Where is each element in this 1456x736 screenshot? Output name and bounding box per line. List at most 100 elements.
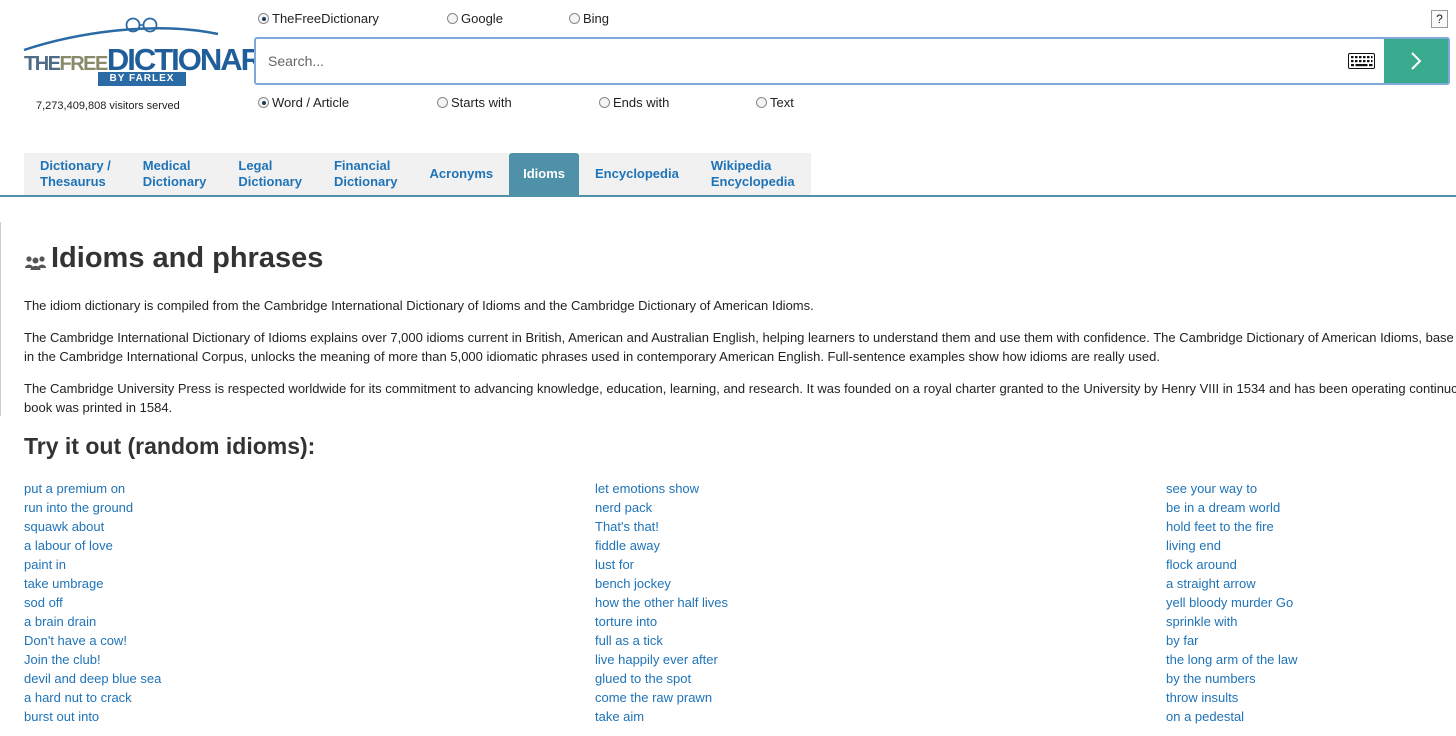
idiom-link[interactable]: nerd pack xyxy=(595,500,652,515)
tab-dictionary-thesaurus[interactable]: Dictionary / Thesaurus xyxy=(24,153,127,195)
idiom-link[interactable]: fiddle away xyxy=(595,538,660,553)
list-item: yell bloody murder Go xyxy=(1166,593,1298,612)
idiom-link[interactable]: sprinkle with xyxy=(1166,614,1238,629)
mode-radio-text[interactable]: Text xyxy=(756,95,794,110)
tab-financial-dictionary[interactable]: Financial Dictionary xyxy=(318,153,414,195)
idiom-link[interactable]: be in a dream world xyxy=(1166,500,1280,515)
idiom-link[interactable]: come the raw prawn xyxy=(595,690,712,705)
tab-medical-dictionary[interactable]: Medical Dictionary xyxy=(127,153,223,195)
paragraph-line: The Cambridge University Press is respec… xyxy=(24,381,1456,396)
mode-radio-ends-with[interactable]: Ends with xyxy=(599,95,669,110)
idiom-link[interactable]: by the numbers xyxy=(1166,671,1256,686)
idiom-link[interactable]: a brain drain xyxy=(24,614,96,629)
idiom-link[interactable]: Join the club! xyxy=(24,652,101,667)
tab-label: Financial xyxy=(333,158,391,173)
idiom-link[interactable]: how the other half lives xyxy=(595,595,728,610)
idiom-link[interactable]: a labour of love xyxy=(24,538,113,553)
list-item: run into the ground xyxy=(24,498,161,517)
idiom-link[interactable]: Don't have a cow! xyxy=(24,633,127,648)
idiom-link[interactable]: sod off xyxy=(24,595,63,610)
chevron-right-icon xyxy=(1411,52,1422,70)
idiom-link[interactable]: by far xyxy=(1166,633,1199,648)
idiom-link[interactable]: paint in xyxy=(24,557,66,572)
idiom-link[interactable]: bench jockey xyxy=(595,576,671,591)
idiom-link[interactable]: torture into xyxy=(595,614,657,629)
list-item: living end xyxy=(1166,536,1298,555)
idiom-link[interactable]: let emotions show xyxy=(595,481,699,496)
idiom-link[interactable]: yell bloody murder Go xyxy=(1166,595,1293,610)
engine-radio-google[interactable]: Google xyxy=(447,11,503,26)
idiom-link[interactable]: full as a tick xyxy=(595,633,663,648)
paragraph-line: book was printed in 1584. xyxy=(24,400,173,415)
idiom-link[interactable]: put a premium on xyxy=(24,481,125,496)
list-item: nerd pack xyxy=(595,498,728,517)
idiom-link[interactable]: the long arm of the law xyxy=(1166,652,1298,667)
list-item: fiddle away xyxy=(595,536,728,555)
list-item: take aim xyxy=(595,707,728,726)
list-item: by far xyxy=(1166,631,1298,650)
list-item: squawk about xyxy=(24,517,161,536)
idiom-link[interactable]: a hard nut to crack xyxy=(24,690,132,705)
mode-label: Ends with xyxy=(613,95,670,110)
tab-wikipedia-encyclopedia[interactable]: Wikipedia Encyclopedia xyxy=(695,153,811,195)
list-item: the long arm of the law xyxy=(1166,650,1298,669)
tab-label: Encyclopedia xyxy=(710,174,795,189)
list-item: a brain drain xyxy=(24,612,161,631)
idiom-link[interactable]: hold feet to the fire xyxy=(1166,519,1274,534)
mode-label: Word / Article xyxy=(272,95,350,110)
logo-byline: BY FARLEX xyxy=(98,72,186,86)
search-input[interactable] xyxy=(256,39,1360,83)
intro-paragraph-2: The Cambridge International Dictionary o… xyxy=(24,328,1456,366)
list-item: throw insults xyxy=(1166,688,1298,707)
list-item: by the numbers xyxy=(1166,669,1298,688)
keyboard-icon[interactable] xyxy=(1348,53,1375,69)
content-left-border xyxy=(0,222,1,416)
idiom-link[interactable]: take aim xyxy=(595,709,644,724)
list-item: put a premium on xyxy=(24,479,161,498)
mode-label: Starts with xyxy=(451,95,512,110)
idiom-link[interactable]: throw insults xyxy=(1166,690,1238,705)
idiom-list-column-2: let emotions show nerd pack That's that!… xyxy=(595,479,728,726)
search-go-button[interactable] xyxy=(1384,39,1448,83)
tab-legal-dictionary[interactable]: Legal Dictionary xyxy=(222,153,318,195)
tab-acronyms[interactable]: Acronyms xyxy=(414,153,510,195)
tab-label: Dictionary xyxy=(238,174,302,189)
idiom-link[interactable]: flock around xyxy=(1166,557,1237,572)
idiom-link[interactable]: live happily ever after xyxy=(595,652,718,667)
idiom-link[interactable]: squawk about xyxy=(24,519,104,534)
list-item: paint in xyxy=(24,555,161,574)
engine-radio-bing[interactable]: Bing xyxy=(569,11,609,26)
tab-encyclopedia[interactable]: Encyclopedia xyxy=(579,153,695,195)
engine-radio-thefreedictionary[interactable]: TheFreeDictionary xyxy=(258,11,379,26)
mode-radio-word-article[interactable]: Word / Article xyxy=(258,95,349,110)
list-item: Don't have a cow! xyxy=(24,631,161,650)
site-logo[interactable]: THEFREEDICTIONARY BY FARLEX xyxy=(12,14,281,96)
idiom-link[interactable]: That's that! xyxy=(595,519,659,534)
mode-radio-starts-with[interactable]: Starts with xyxy=(437,95,512,110)
radio-dot xyxy=(258,97,269,108)
list-item: take umbrage xyxy=(24,574,161,593)
idiom-link[interactable]: see your way to xyxy=(1166,481,1257,496)
tab-label: Dictionary xyxy=(333,174,398,189)
list-item: Join the club! xyxy=(24,650,161,669)
idiom-link[interactable]: take umbrage xyxy=(24,576,104,591)
people-icon xyxy=(25,255,46,270)
idiom-link[interactable]: burst out into xyxy=(24,709,99,724)
list-item: come the raw prawn xyxy=(595,688,728,707)
tab-idioms[interactable]: Idioms xyxy=(509,153,580,195)
list-item: glued to the spot xyxy=(595,669,728,688)
tab-label: Medical xyxy=(142,158,191,173)
idiom-link[interactable]: glued to the spot xyxy=(595,671,691,686)
idiom-link[interactable]: lust for xyxy=(595,557,634,572)
idiom-link[interactable]: a straight arrow xyxy=(1166,576,1256,591)
intro-paragraph-3: The Cambridge University Press is respec… xyxy=(24,379,1456,417)
idiom-link[interactable]: living end xyxy=(1166,538,1221,553)
idiom-link[interactable]: run into the ground xyxy=(24,500,133,515)
help-button[interactable]: ? xyxy=(1431,10,1448,28)
engine-label: Bing xyxy=(583,11,610,26)
idiom-link[interactable]: devil and deep blue sea xyxy=(24,671,161,686)
tab-label: Thesaurus xyxy=(40,174,106,189)
idiom-link[interactable]: on a pedestal xyxy=(1166,709,1244,724)
intro-paragraph-1: The idiom dictionary is compiled from th… xyxy=(24,296,1456,315)
idiom-list-column-3: see your way to be in a dream world hold… xyxy=(1166,479,1298,726)
